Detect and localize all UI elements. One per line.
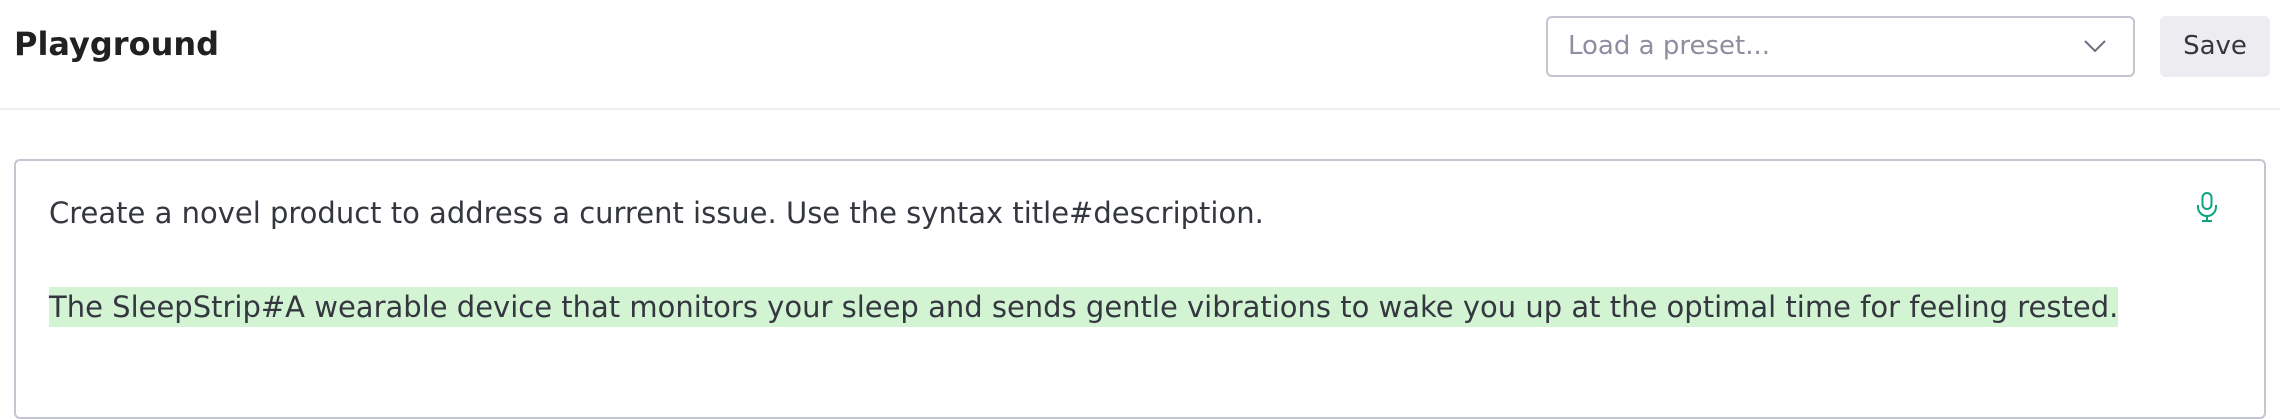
microphone-icon[interactable] [2194,191,2220,223]
header: Playground Load a preset... Save [0,0,2280,110]
preset-placeholder: Load a preset... [1568,31,1770,61]
page-title: Playground [14,25,220,63]
prompt-editor[interactable]: Create a novel product to address a curr… [14,159,2266,419]
prompt-text: Create a novel product to address a curr… [49,196,1264,230]
chevron-down-icon [2084,40,2106,53]
save-button[interactable]: Save [2160,16,2270,77]
completion-text: The SleepStrip#A wearable device that mo… [49,287,2119,327]
preset-select[interactable]: Load a preset... [1546,16,2135,77]
